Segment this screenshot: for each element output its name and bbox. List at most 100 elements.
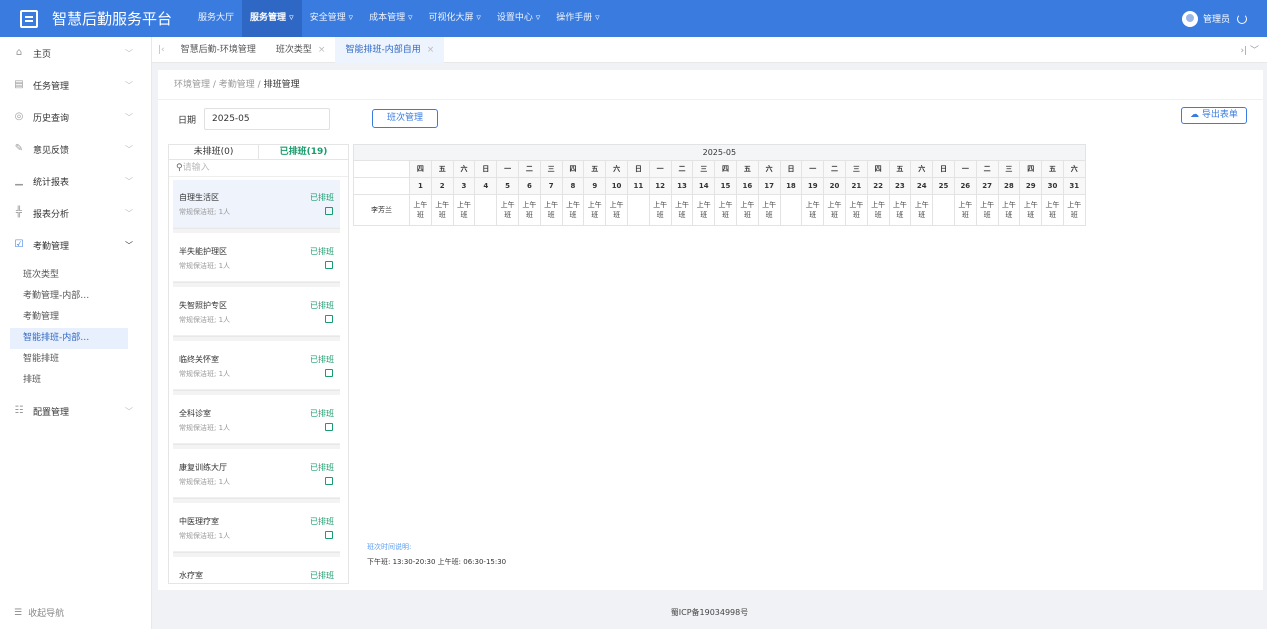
day-cell: 21 <box>844 177 868 195</box>
sidebar-subitem[interactable]: 智能排班 <box>0 349 151 370</box>
area-card[interactable]: 自理生活区 常规保洁班; 1人 已排班 <box>173 180 340 228</box>
nav-item[interactable]: 服务管理 ▿ <box>242 0 302 37</box>
nav-item[interactable]: 操作手册 ▿ <box>548 0 607 37</box>
weekday-cell: 四 <box>866 160 890 178</box>
area-card[interactable]: 康复训练大厅 常规保洁班; 1人 已排班 <box>173 450 340 498</box>
shift-cell[interactable]: 上午班 <box>714 194 737 226</box>
tab-menu-icon[interactable]: ›| ﹀ <box>1241 43 1260 56</box>
area-search-input[interactable]: ⚲请输入 <box>169 160 348 177</box>
user-name[interactable]: 管理员 <box>1203 12 1230 25</box>
day-cell: 25 <box>932 177 955 195</box>
shift-cell[interactable]: 上午班 <box>1062 194 1086 226</box>
close-icon[interactable]: × <box>427 45 435 55</box>
date-input[interactable]: 2025-05 <box>204 108 331 130</box>
shift-cell[interactable]: 上午班 <box>452 194 476 226</box>
sidebar-subitem[interactable]: 智能排班-内部… <box>10 328 128 349</box>
shift-cell[interactable]: 上午班 <box>430 194 454 226</box>
sidebar-item[interactable]: ☑ 考勤管理 ﹀ <box>0 229 151 261</box>
shift-cell[interactable] <box>626 194 650 226</box>
area-card[interactable]: 中医理疗室 常规保洁班; 1人 已排班 <box>173 504 340 552</box>
breadcrumb-item[interactable]: 环境管理 <box>174 80 210 90</box>
sidebar-item[interactable]: ▤ 任务管理 ﹀ <box>0 69 151 101</box>
area-name: 水疗室 <box>179 571 203 580</box>
legend-title: 班次时间说明: <box>367 543 412 551</box>
shift-cell[interactable]: 上午班 <box>539 194 563 226</box>
sidebar-subitem[interactable]: 班次类型 <box>0 265 151 286</box>
weekday-cell: 一 <box>801 160 825 178</box>
edit-icon[interactable] <box>325 261 333 269</box>
sidebar-item[interactable]: ⌂ 主页 ﹀ <box>0 37 151 69</box>
collapse-nav-button[interactable]: ☰ 收起导航 <box>14 606 64 620</box>
close-icon[interactable]: × <box>318 45 326 55</box>
edit-icon[interactable] <box>325 531 333 539</box>
shift-cell[interactable]: 上午班 <box>997 194 1021 226</box>
edit-icon[interactable] <box>325 315 333 323</box>
shift-cell[interactable]: 上午班 <box>1019 194 1043 226</box>
sidebar-item-config[interactable]: ☷ 配置管理 ﹀ <box>0 395 151 427</box>
sidebar-item[interactable]: ▁ 统计报表 ﹀ <box>0 165 151 197</box>
breadcrumb-item[interactable]: 考勤管理 <box>219 80 255 90</box>
tab-assigned[interactable]: 已排班(19) <box>258 145 348 159</box>
tab-unassigned[interactable]: 未排班(0) <box>169 145 258 159</box>
shift-cell[interactable]: 上午班 <box>844 194 868 226</box>
shift-cell[interactable]: 上午班 <box>670 194 694 226</box>
shift-cell[interactable]: 上午班 <box>801 194 825 226</box>
page-tab[interactable]: 班次类型 × <box>266 37 336 63</box>
sidebar-item[interactable]: ✎ 意见反馈 ﹀ <box>0 133 151 165</box>
sidebar-subitem[interactable]: 考勤管理-内部… <box>0 286 151 307</box>
nav-item[interactable]: 成本管理 ▿ <box>361 0 420 37</box>
avatar[interactable] <box>1181 10 1198 27</box>
page-tab[interactable]: 智能排班-内部自用 × <box>335 36 445 63</box>
collapse-icon: ☰ <box>14 607 23 618</box>
area-card[interactable]: 临终关怀室 常规保洁班; 1人 已排班 <box>173 342 340 390</box>
power-icon[interactable] <box>1237 13 1247 24</box>
shift-cell[interactable]: 上午班 <box>735 194 759 226</box>
weekday-cell: 一 <box>648 160 672 178</box>
edit-icon[interactable] <box>325 369 333 377</box>
edit-icon[interactable] <box>325 207 333 215</box>
nav-item[interactable]: 可视化大屏 ▿ <box>420 0 488 37</box>
shift-cell[interactable]: 上午班 <box>1041 194 1064 226</box>
shift-cell[interactable]: 上午班 <box>648 194 672 226</box>
area-card[interactable]: 水疗室常规保洁班; 1人已排班 <box>173 558 340 583</box>
shift-cell[interactable]: 上午班 <box>823 194 846 226</box>
edit-icon[interactable] <box>325 423 333 431</box>
page-tab[interactable]: 智慧后勤-环境管理 <box>171 37 266 63</box>
export-button[interactable]: ☁ 导出表单 <box>1181 107 1247 124</box>
shift-cell[interactable]: 上午班 <box>692 194 716 226</box>
shift-cell[interactable] <box>932 194 955 226</box>
shift-cell[interactable]: 上午班 <box>910 194 934 226</box>
nav-item[interactable]: 设置中心 ▿ <box>489 0 548 37</box>
sidebar-item[interactable]: ◎ 历史查询 ﹀ <box>0 101 151 133</box>
shift-cell[interactable]: 上午班 <box>888 194 912 226</box>
history-icon: ◎ <box>14 111 24 122</box>
shift-cell[interactable]: 上午班 <box>583 194 607 226</box>
sidebar-item[interactable]: ╬ 报表分析 ﹀ <box>0 197 151 229</box>
shift-cell[interactable]: 上午班 <box>975 194 999 226</box>
weekday-cell: 日 <box>474 160 498 178</box>
shift-manage-button[interactable]: 班次管理 <box>372 109 438 128</box>
sidebar-subitem[interactable]: 排班 <box>0 370 151 391</box>
shift-cell[interactable]: 上午班 <box>605 194 628 226</box>
nav-item[interactable]: 安全管理 ▿ <box>302 0 361 37</box>
shift-cell[interactable] <box>779 194 803 226</box>
sidebar-subitem[interactable]: 考勤管理 <box>0 307 151 328</box>
edit-icon[interactable] <box>325 477 333 485</box>
area-list: 自理生活区 常规保洁班; 1人 已排班 半失能护理区 常规保洁班; 1人 已排班 失智照护专… <box>173 180 340 583</box>
shift-cell[interactable]: 上午班 <box>953 194 977 226</box>
area-name: 全科诊室 <box>179 409 211 418</box>
area-card[interactable]: 全科诊室 常规保洁班; 1人 已排班 <box>173 396 340 444</box>
shift-cell[interactable]: 上午班 <box>561 194 585 226</box>
shift-cell[interactable]: 上午班 <box>866 194 890 226</box>
status-badge: 已排班 <box>310 409 334 418</box>
shift-cell[interactable]: 上午班 <box>496 194 519 226</box>
shift-cell[interactable]: 上午班 <box>757 194 781 226</box>
shift-cell[interactable]: 上午班 <box>409 194 432 226</box>
shift-cell[interactable] <box>474 194 498 226</box>
area-card[interactable]: 失智照护专区 常规保洁班; 1人 已排班 <box>173 288 340 336</box>
nav-item[interactable]: 服务大厅 <box>190 0 242 37</box>
user-menu[interactable]: 管理员 <box>1181 0 1247 37</box>
shift-cell[interactable]: 上午班 <box>517 194 541 226</box>
tab-prev-icon[interactable]: |‹ <box>152 37 171 63</box>
area-card[interactable]: 半失能护理区 常规保洁班; 1人 已排班 <box>173 234 340 282</box>
